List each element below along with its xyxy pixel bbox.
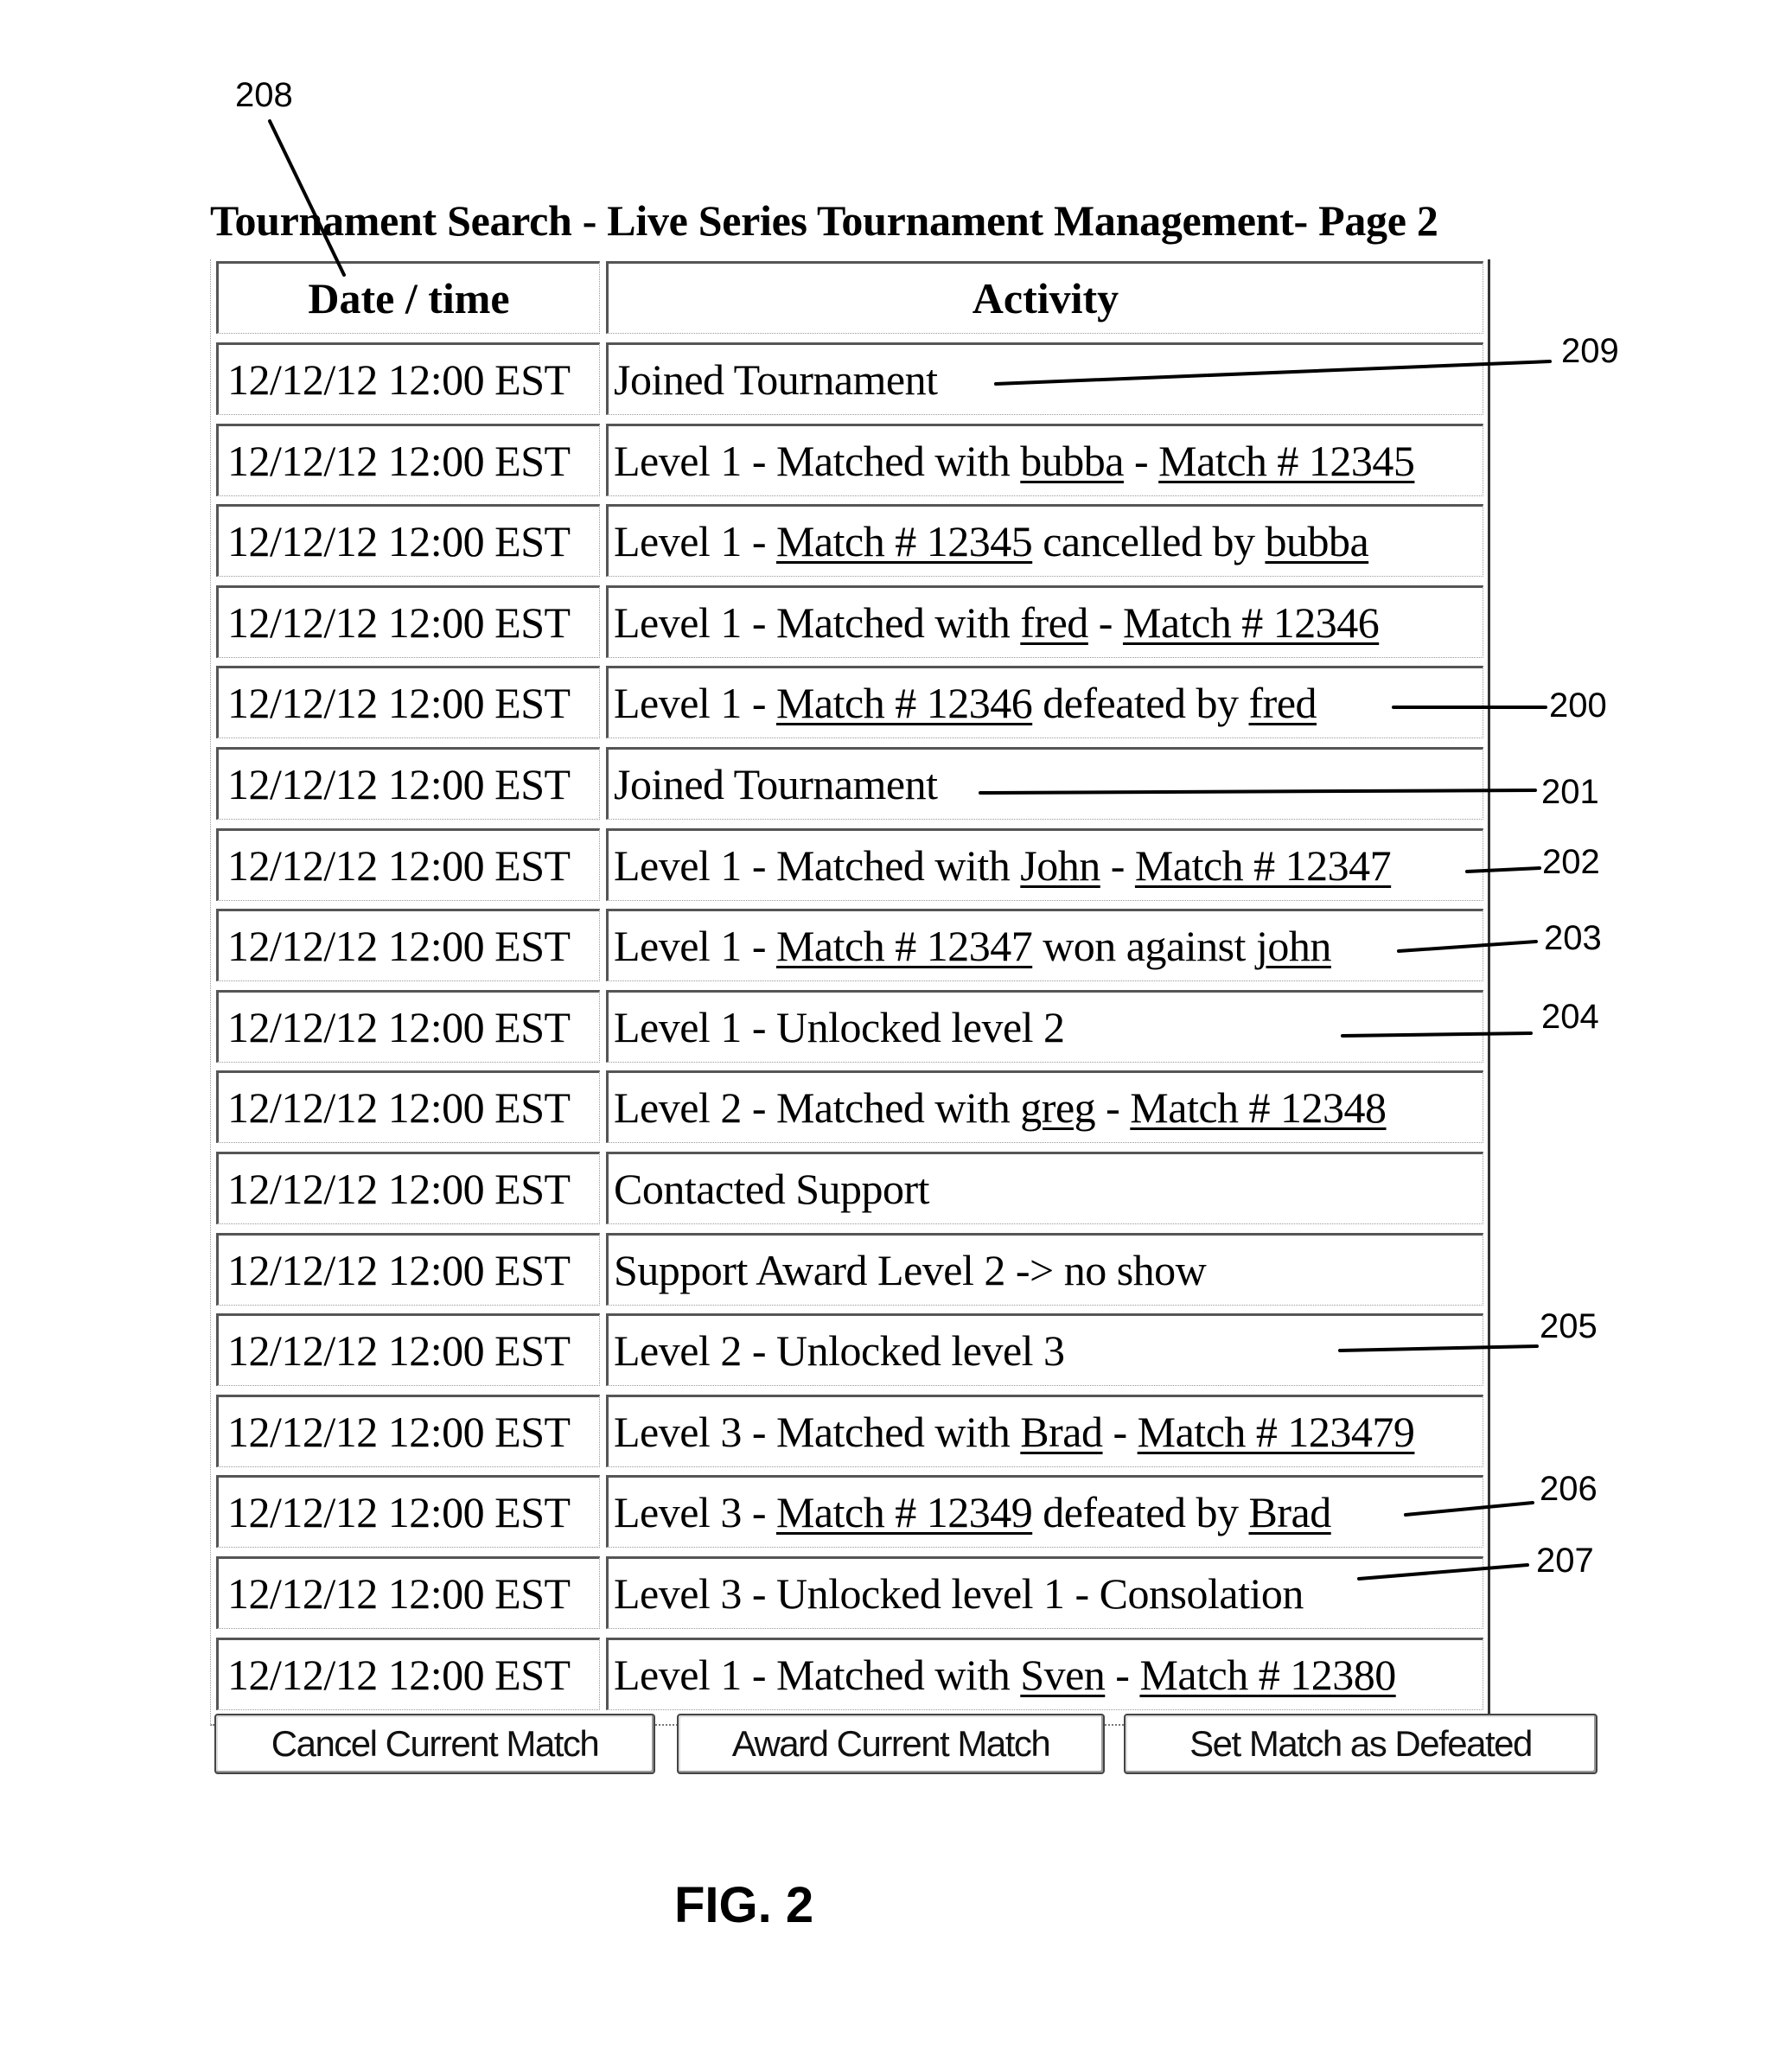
activity-text: defeated by [1032, 1488, 1249, 1536]
datetime-cell: 12/12/12 12:00 EST [216, 747, 600, 820]
player-link[interactable]: bubba [1020, 436, 1124, 486]
player-link[interactable]: bubba [1265, 516, 1368, 566]
activity-text: Level 3 - Unlocked level 1 - Consolation [614, 1569, 1304, 1618]
activity-text: won against [1032, 922, 1256, 970]
activity-cell: Level 2 - Matched with greg - Match # 12… [606, 1070, 1483, 1143]
match-link[interactable]: Match # 12346 [776, 678, 1033, 728]
activity-cell: Level 3 - Matched with Brad - Match # 12… [606, 1395, 1483, 1467]
activity-text: Level 1 - Matched with [614, 598, 1021, 647]
datetime-cell: 12/12/12 12:00 EST [216, 1395, 600, 1467]
match-link[interactable]: Match # 123479 [1138, 1407, 1415, 1457]
activity-cell: Level 3 - Unlocked level 1 - Consolation [606, 1556, 1483, 1629]
datetime-cell: 12/12/12 12:00 EST [216, 424, 600, 496]
datetime-cell: 12/12/12 12:00 EST [216, 342, 600, 415]
activity-text: Level 3 - Matched with [614, 1408, 1021, 1456]
match-link[interactable]: Match # 12347 [776, 921, 1033, 971]
activity-cell: Joined Tournament [606, 747, 1483, 820]
activity-text: Level 1 - Matched with [614, 437, 1021, 485]
callout-202: 202 [1542, 843, 1600, 881]
activity-cell: Level 1 - Matched with John - Match # 12… [606, 828, 1483, 901]
callout-204: 204 [1541, 998, 1599, 1036]
activity-cell: Level 1 - Matched with fred - Match # 12… [606, 585, 1483, 658]
datetime-cell: 12/12/12 12:00 EST [216, 1233, 600, 1306]
match-link[interactable]: Match # 12349 [776, 1487, 1033, 1537]
column-header-datetime: Date / time [216, 261, 600, 334]
activity-text: - [1095, 1083, 1131, 1132]
column-header-activity: Activity [606, 261, 1483, 334]
match-link[interactable]: Match # 12346 [1123, 597, 1380, 648]
callout-203: 203 [1544, 919, 1602, 957]
activity-cell: Level 1 - Matched with Sven - Match # 12… [606, 1638, 1483, 1710]
activity-text: - [1105, 1651, 1140, 1699]
callout-206: 206 [1540, 1470, 1597, 1508]
callout-209: 209 [1561, 332, 1619, 370]
activity-text: Level 1 - Matched with [614, 1651, 1021, 1699]
activity-cell: Level 1 - Match # 12346 defeated by fred [606, 666, 1483, 738]
player-link[interactable]: john [1256, 921, 1331, 971]
datetime-cell: 12/12/12 12:00 EST [216, 828, 600, 901]
activity-text: Joined Tournament [614, 355, 938, 404]
figure-label: FIG. 2 [674, 1877, 814, 1933]
activity-text: Joined Tournament [614, 760, 938, 808]
datetime-cell: 12/12/12 12:00 EST [216, 504, 600, 577]
datetime-cell: 12/12/12 12:00 EST [216, 990, 600, 1063]
datetime-cell: 12/12/12 12:00 EST [216, 1313, 600, 1386]
activity-cell: Level 1 - Unlocked level 2 [606, 990, 1483, 1063]
activity-text: Level 1 - [614, 517, 776, 565]
activity-cell: Level 1 - Matched with bubba - Match # 1… [606, 424, 1483, 496]
player-link[interactable]: greg [1020, 1082, 1095, 1133]
datetime-cell: 12/12/12 12:00 EST [216, 585, 600, 658]
player-link[interactable]: John [1020, 840, 1100, 891]
activity-text: Level 1 - Matched with [614, 841, 1021, 890]
player-link[interactable]: fred [1020, 597, 1088, 648]
match-link[interactable]: Match # 12345 [1158, 436, 1415, 486]
datetime-cell: 12/12/12 12:00 EST [216, 666, 600, 738]
player-link[interactable]: Brad [1249, 1487, 1332, 1537]
activity-text: cancelled by [1032, 517, 1266, 565]
activity-text: Level 1 - [614, 922, 776, 970]
activity-cell: Level 3 - Match # 12349 defeated by Brad [606, 1475, 1483, 1548]
activity-cell: Level 1 - Match # 12345 cancelled by bub… [606, 504, 1483, 577]
cancel-current-match-button[interactable]: Cancel Current Match [214, 1714, 655, 1774]
match-link[interactable]: Match # 12345 [776, 516, 1033, 566]
page-title: Tournament Search - Live Series Tourname… [210, 196, 1438, 245]
activity-text: Level 3 - [614, 1488, 776, 1536]
datetime-cell: 12/12/12 12:00 EST [216, 1152, 600, 1224]
datetime-cell: 12/12/12 12:00 EST [216, 1475, 600, 1548]
activity-cell: Joined Tournament [606, 342, 1483, 415]
callout-205: 205 [1540, 1307, 1597, 1345]
player-link[interactable]: Brad [1020, 1407, 1103, 1457]
award-current-match-button[interactable]: Award Current Match [677, 1714, 1105, 1774]
player-link[interactable]: fred [1249, 678, 1317, 728]
activity-cell: Contacted Support [606, 1152, 1483, 1224]
datetime-cell: 12/12/12 12:00 EST [216, 1638, 600, 1710]
datetime-cell: 12/12/12 12:00 EST [216, 909, 600, 981]
match-link[interactable]: Match # 12380 [1139, 1650, 1396, 1700]
activity-text: Support Award Level 2 -> no show [614, 1246, 1207, 1294]
activity-text: Contacted Support [614, 1165, 930, 1213]
activity-text: - [1102, 1408, 1138, 1456]
callout-201: 201 [1541, 773, 1599, 811]
activity-text: Level 1 - Unlocked level 2 [614, 1003, 1065, 1051]
player-link[interactable]: Sven [1020, 1650, 1106, 1700]
set-match-defeated-button[interactable]: Set Match as Defeated [1124, 1714, 1597, 1774]
activity-text: Level 1 - [614, 679, 776, 727]
match-link[interactable]: Match # 12347 [1135, 840, 1392, 891]
callout-200: 200 [1549, 687, 1607, 725]
callout-208: 208 [235, 76, 293, 114]
datetime-cell: 12/12/12 12:00 EST [216, 1070, 600, 1143]
datetime-cell: 12/12/12 12:00 EST [216, 1556, 600, 1629]
callout-207: 207 [1536, 1542, 1594, 1580]
activity-text: defeated by [1032, 679, 1249, 727]
activity-text: Level 2 - Matched with [614, 1083, 1021, 1132]
activity-cell: Support Award Level 2 -> no show [606, 1233, 1483, 1306]
activity-text: - [1087, 598, 1123, 647]
activity-cell: Level 2 - Unlocked level 3 [606, 1313, 1483, 1386]
activity-text: - [1124, 437, 1159, 485]
activity-cell: Level 1 - Match # 12347 won against john [606, 909, 1483, 981]
activity-text: Level 2 - Unlocked level 3 [614, 1326, 1065, 1375]
match-link[interactable]: Match # 12348 [1130, 1082, 1387, 1133]
activity-text: - [1100, 841, 1135, 890]
